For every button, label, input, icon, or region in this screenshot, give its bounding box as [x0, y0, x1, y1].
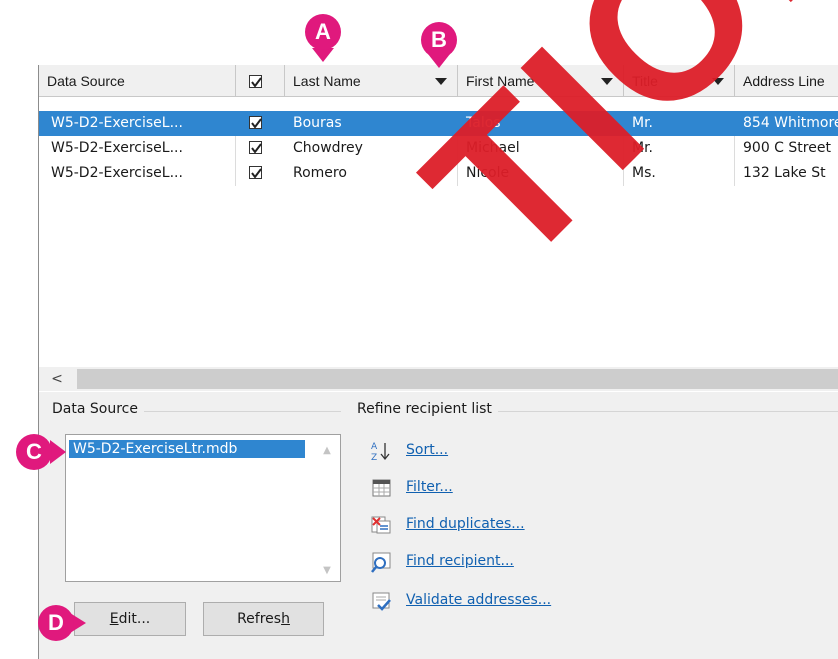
check-icon [251, 77, 262, 88]
recipient-checkbox[interactable] [249, 116, 262, 129]
check-icon [251, 118, 262, 129]
recipient-row[interactable]: W5-D2-ExerciseL... Chowdrey Michael Mr. … [39, 136, 838, 161]
column-header-title[interactable]: Title [624, 65, 735, 97]
sort-dropdown-arrow-icon[interactable] [712, 78, 724, 85]
validate-addresses-link[interactable]: Validate addresses... [406, 592, 551, 608]
cell-last-name: Chowdrey [285, 136, 458, 161]
data-source-group-label: Data Source [52, 401, 144, 417]
check-icon [251, 168, 262, 179]
refresh-button[interactable]: Refresh [203, 602, 324, 636]
data-source-list[interactable]: W5-D2-ExerciseLtr.mdb ▲ ▼ [65, 434, 341, 582]
refresh-mnemonic: h [281, 611, 290, 627]
cell-last-name: Bouras [285, 111, 458, 136]
scrollbar-thumb[interactable] [77, 369, 838, 389]
scroll-up-arrow-icon[interactable]: ▲ [320, 445, 334, 457]
svg-text:Z: Z [371, 453, 377, 462]
callout-a: A [305, 14, 341, 50]
sort-az-icon: A Z [371, 442, 390, 462]
column-header-last-name[interactable]: Last Name [285, 65, 458, 97]
edit-button[interactable]: Edit... [74, 602, 186, 636]
callout-d: D [38, 605, 74, 641]
cell-address-line: 900 C Street [735, 136, 838, 161]
select-all-checkbox[interactable] [249, 75, 262, 88]
cell-title: Ms. [624, 161, 735, 186]
scroll-left-arrow-icon[interactable]: < [39, 367, 75, 391]
cell-data-source: W5-D2-ExerciseL... [39, 111, 236, 136]
refine-group-label: Refine recipient list [357, 401, 498, 417]
column-header-label: Address Line [743, 73, 825, 89]
sort-dropdown-arrow-icon[interactable] [435, 78, 447, 85]
edit-mnemonic: E [109, 611, 119, 627]
filter-link[interactable]: Filter... [406, 479, 453, 495]
cell-address-line: 854 Whitmore [735, 111, 838, 136]
cell-data-source: W5-D2-ExerciseL... [39, 161, 236, 186]
cell-first-name: Talos [458, 111, 624, 136]
recipient-checkbox[interactable] [249, 141, 262, 154]
find-recipient-link[interactable]: Find recipient... [406, 553, 514, 569]
refresh-label: Refres [237, 611, 282, 627]
cell-data-source: W5-D2-ExerciseL... [39, 136, 236, 161]
scroll-down-arrow-icon[interactable]: ▼ [320, 565, 334, 577]
recipient-row[interactable]: W5-D2-ExerciseL... Romero Nicole Ms. 132… [39, 161, 838, 186]
column-header-first-name[interactable]: First Name [458, 65, 624, 97]
cell-title: Mr. [624, 111, 735, 136]
cell-first-name: Michael [458, 136, 624, 161]
horizontal-scrollbar[interactable]: < [39, 367, 838, 391]
cell-address-line: 132 Lake St [735, 161, 838, 186]
column-header-label: Title [632, 73, 658, 89]
callout-c: C [16, 434, 52, 470]
cell-last-name: Romero [285, 161, 458, 186]
find-duplicates-link[interactable]: Find duplicates... [406, 516, 525, 532]
recipient-grid: Data Source Last Name First Name Title A… [39, 65, 838, 392]
callout-a-pointer [312, 48, 334, 62]
data-source-item[interactable]: W5-D2-ExerciseLtr.mdb [69, 440, 305, 458]
find-duplicates-icon [371, 516, 391, 534]
column-header-label: Last Name [293, 73, 361, 89]
cell-first-name: Nicole [458, 161, 624, 186]
svg-text:A: A [371, 442, 378, 452]
column-header-label: Data Source [47, 73, 125, 89]
column-header-data-source[interactable]: Data Source [39, 65, 236, 97]
edit-label: dit... [118, 611, 151, 627]
sort-link[interactable]: Sort... [406, 442, 448, 458]
filter-icon [372, 479, 391, 497]
check-icon [251, 143, 262, 154]
column-header-checkbox[interactable] [236, 65, 285, 97]
column-header-label: First Name [466, 73, 535, 89]
sort-dropdown-arrow-icon[interactable] [601, 78, 613, 85]
column-header-address-line[interactable]: Address Line [735, 65, 838, 97]
recipient-checkbox[interactable] [249, 166, 262, 179]
recipient-row[interactable]: W5-D2-ExerciseL... Bouras Talos Mr. 854 … [39, 111, 838, 136]
callout-b: B [421, 22, 457, 58]
find-recipient-icon [371, 552, 391, 573]
cell-title: Mr. [624, 136, 735, 161]
validate-addresses-icon [372, 592, 391, 611]
